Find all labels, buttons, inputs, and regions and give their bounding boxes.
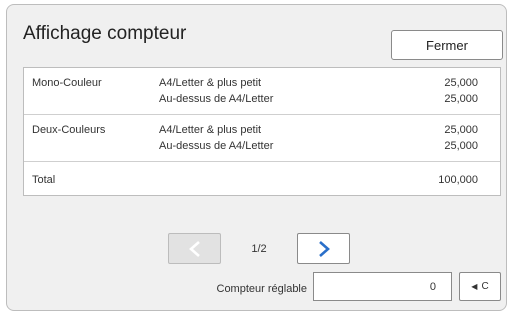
chevron-left-icon (188, 240, 200, 257)
count-value: 25,000 (444, 93, 478, 105)
count-value: 25,000 (444, 77, 478, 89)
table-row: A4/Letter & plus petit 25,000 (24, 77, 500, 93)
size-label: Au-dessus de A4/Letter (159, 93, 274, 105)
size-label: A4/Letter & plus petit (159, 124, 262, 136)
group-deux-couleurs: Deux-Couleurs A4/Letter & plus petit 25,… (24, 115, 500, 162)
count-value: 25,000 (444, 140, 478, 152)
counter-table: Mono-Couleur A4/Letter & plus petit 25,0… (23, 67, 501, 196)
table-row: Au-dessus de A4/Letter 25,000 (24, 93, 500, 109)
dialog-title: Affichage compteur (23, 23, 187, 44)
group-mono-couleur: Mono-Couleur A4/Letter & plus petit 25,0… (24, 68, 500, 115)
adjustable-counter-label: Compteur réglable (216, 283, 308, 295)
clear-button[interactable]: ◀ C (459, 272, 501, 301)
previous-page-button[interactable] (168, 233, 221, 264)
triangle-left-icon: ◀ (471, 282, 478, 291)
adjustable-counter-field[interactable]: 0 (313, 272, 452, 301)
table-row: Au-dessus de A4/Letter 25,000 (24, 140, 500, 156)
size-label: A4/Letter & plus petit (159, 77, 262, 89)
total-label: Total (32, 174, 56, 186)
total-row: Total 100,000 (24, 162, 500, 195)
next-page-button[interactable] (297, 233, 350, 264)
counter-value: 0 (429, 281, 436, 293)
clear-label: C (481, 281, 489, 292)
close-button[interactable]: Fermer (391, 30, 503, 60)
total-value: 100,000 (438, 174, 478, 186)
table-row: A4/Letter & plus petit 25,000 (24, 124, 500, 140)
page-indicator: 1/2 (251, 243, 267, 255)
chevron-right-icon (318, 240, 330, 257)
size-label: Au-dessus de A4/Letter (159, 140, 274, 152)
count-value: 25,000 (444, 124, 478, 136)
